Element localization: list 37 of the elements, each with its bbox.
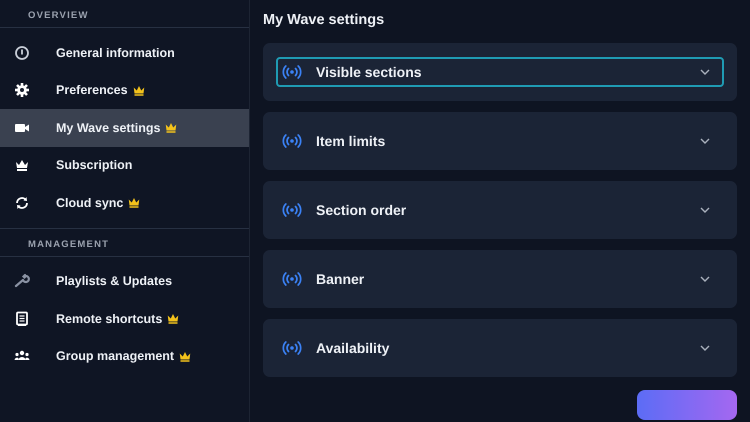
- settings-icon: [14, 82, 30, 98]
- crown-icon: [167, 313, 180, 324]
- broadcast-icon: [282, 341, 302, 355]
- broadcast-icon: [282, 272, 302, 286]
- broadcast-icon: [282, 134, 302, 148]
- chevron-down-icon: [700, 276, 710, 282]
- crown-icon: [132, 84, 145, 96]
- accordion-header[interactable]: Availability: [276, 333, 724, 363]
- chevron-down-icon: [700, 138, 710, 144]
- sidebar-item[interactable]: General information: [0, 34, 249, 72]
- sidebar-item[interactable]: Remote shortcuts: [0, 300, 249, 338]
- broadcast-icon: [282, 65, 302, 79]
- chevron-down-icon: [700, 69, 710, 75]
- accordion-header[interactable]: Item limits: [276, 126, 724, 156]
- accordion-header[interactable]: Banner: [276, 264, 724, 294]
- section-heading: OVERVIEW: [27, 9, 90, 23]
- page-title: My Wave settings: [263, 11, 386, 29]
- chevron-down-icon: [700, 345, 710, 351]
- sidebar-item[interactable]: My Wave settings: [0, 109, 249, 146]
- crown-icon: [165, 122, 178, 134]
- info-icon: [14, 44, 30, 61]
- crown-icon: [128, 197, 140, 208]
- gradient-button[interactable]: [637, 390, 737, 420]
- sync-icon: [14, 194, 30, 211]
- sidebar-item[interactable]: Playlists & Updates: [0, 262, 249, 300]
- chevron-down-icon: [700, 207, 710, 213]
- broadcast-icon: [282, 203, 302, 217]
- sidebar-item[interactable]: Preferences: [0, 72, 249, 109]
- accordion-header[interactable]: Section order: [276, 195, 724, 225]
- wrench-icon: [14, 273, 30, 290]
- sidebar-item[interactable]: Subscription: [0, 146, 249, 184]
- sidebar-item[interactable]: Group management: [0, 338, 249, 375]
- clipboard-icon: [14, 310, 30, 327]
- crown-icon: [179, 350, 192, 362]
- accordion-header[interactable]: Visible sections: [276, 57, 724, 87]
- sidebar-item[interactable]: Cloud sync: [0, 184, 249, 222]
- section-heading: MANAGEMENT: [27, 238, 110, 252]
